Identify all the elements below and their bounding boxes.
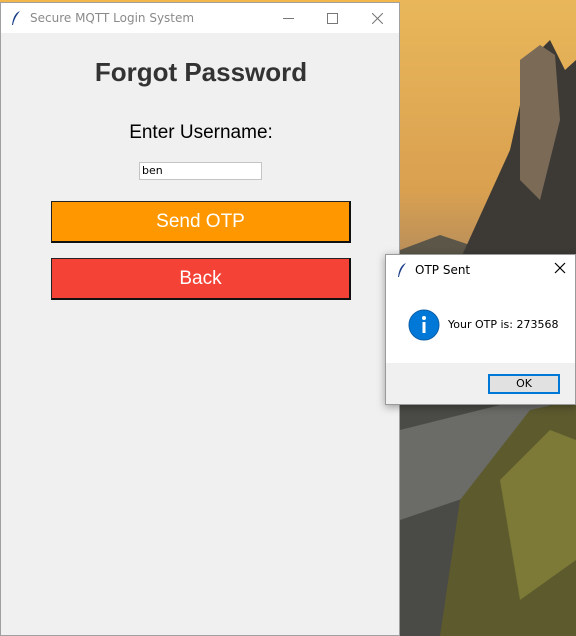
window-title: Secure MQTT Login System [30, 11, 195, 25]
main-window: Secure MQTT Login System Forgot Password… [0, 2, 400, 636]
ok-button[interactable]: OK [488, 374, 560, 394]
back-button[interactable]: Back [51, 258, 351, 300]
close-button[interactable] [354, 3, 400, 33]
username-label: Enter Username: [129, 122, 273, 143]
dialog-close-icon[interactable] [554, 262, 566, 277]
maximize-button[interactable] [309, 3, 355, 33]
send-otp-button[interactable]: Send OTP [51, 201, 351, 243]
tk-feather-icon [10, 10, 22, 29]
dialog-titlebar: OTP Sent [386, 255, 575, 285]
info-icon [408, 309, 440, 346]
otp-sent-dialog: OTP Sent Your OTP is: 273568 OK [385, 254, 576, 405]
window-titlebar: Secure MQTT Login System [1, 3, 399, 33]
dialog-title: OTP Sent [415, 263, 471, 277]
username-input[interactable]: ben [139, 162, 262, 180]
tk-feather-icon [396, 262, 408, 281]
dialog-body: Your OTP is: 273568 [386, 285, 575, 363]
minimize-button[interactable] [265, 3, 311, 33]
dialog-message: Your OTP is: 273568 [448, 318, 559, 331]
page-title: Forgot Password [94, 57, 308, 87]
